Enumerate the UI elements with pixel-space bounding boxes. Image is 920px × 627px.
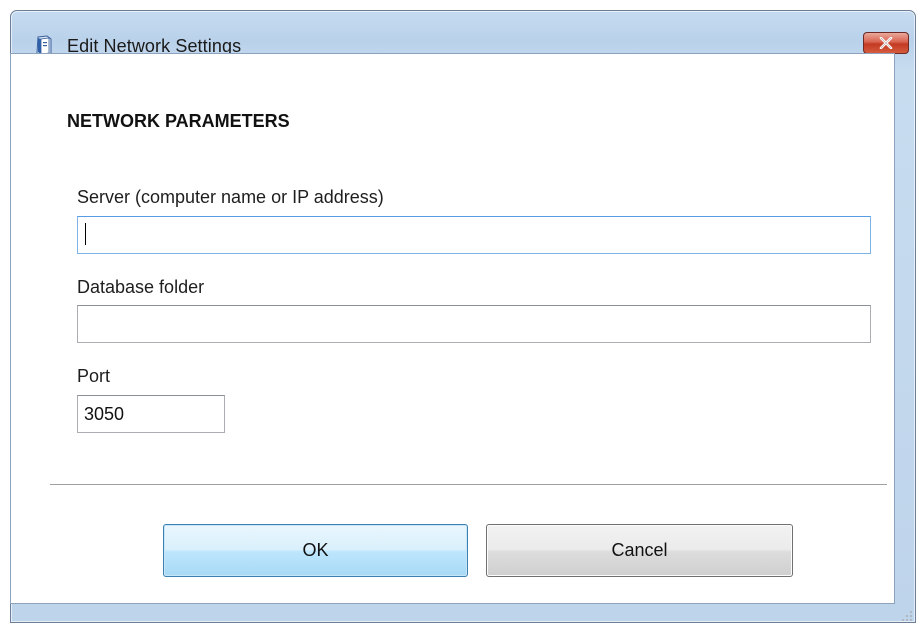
port-label: Port <box>77 366 111 386</box>
separator <box>50 484 887 486</box>
server-input[interactable] <box>77 216 871 254</box>
title-bar[interactable]: Edit Network Settings <box>11 11 915 57</box>
database-folder-input[interactable] <box>77 305 871 343</box>
text-caret <box>85 223 86 245</box>
resize-grip-icon[interactable] <box>900 609 914 623</box>
section-title: NETWORK PARAMETERS <box>67 111 290 131</box>
close-icon <box>879 37 893 49</box>
ok-button[interactable]: OK <box>163 524 468 577</box>
cancel-button[interactable]: Cancel <box>486 524 793 577</box>
close-button[interactable] <box>863 32 909 54</box>
database-folder-label: Database folder <box>77 277 205 297</box>
server-label: Server (computer name or IP address) <box>77 187 384 207</box>
port-input[interactable] <box>77 395 225 433</box>
